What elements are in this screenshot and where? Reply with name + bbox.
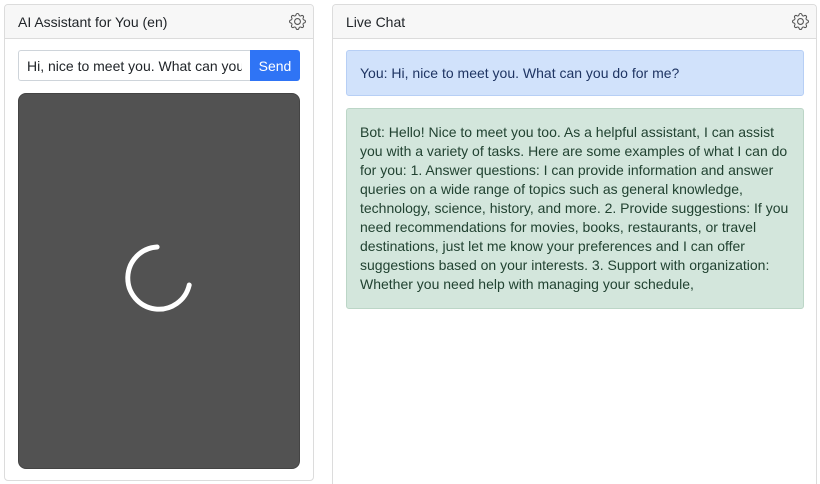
- assistant-panel-header: AI Assistant for You (en): [5, 5, 313, 39]
- live-chat-header: Live Chat: [333, 5, 816, 39]
- assistant-panel: AI Assistant for You (en) Send: [4, 4, 314, 481]
- loading-spinner-icon: [125, 244, 192, 312]
- bot-message: Bot: Hello! Nice to meet you too. As a h…: [346, 108, 804, 309]
- avatar-video-area: [18, 93, 300, 469]
- assistant-panel-title: AI Assistant for You (en): [18, 13, 168, 30]
- message-input-group: Send: [18, 50, 300, 81]
- message-input[interactable]: [18, 50, 250, 81]
- chat-message-list: You: Hi, nice to meet you. What can you …: [346, 50, 804, 321]
- user-message: You: Hi, nice to meet you. What can you …: [346, 50, 804, 96]
- live-chat-panel: Live Chat You: Hi, nice to meet you. Wha…: [332, 4, 817, 484]
- send-button[interactable]: Send: [250, 50, 300, 81]
- bot-message-text: Bot: Hello! Nice to meet you too. As a h…: [360, 124, 789, 292]
- settings-gear-icon[interactable]: [790, 12, 810, 32]
- user-message-text: You: Hi, nice to meet you. What can you …: [360, 64, 680, 81]
- live-chat-title: Live Chat: [346, 13, 406, 30]
- settings-gear-icon[interactable]: [287, 12, 307, 32]
